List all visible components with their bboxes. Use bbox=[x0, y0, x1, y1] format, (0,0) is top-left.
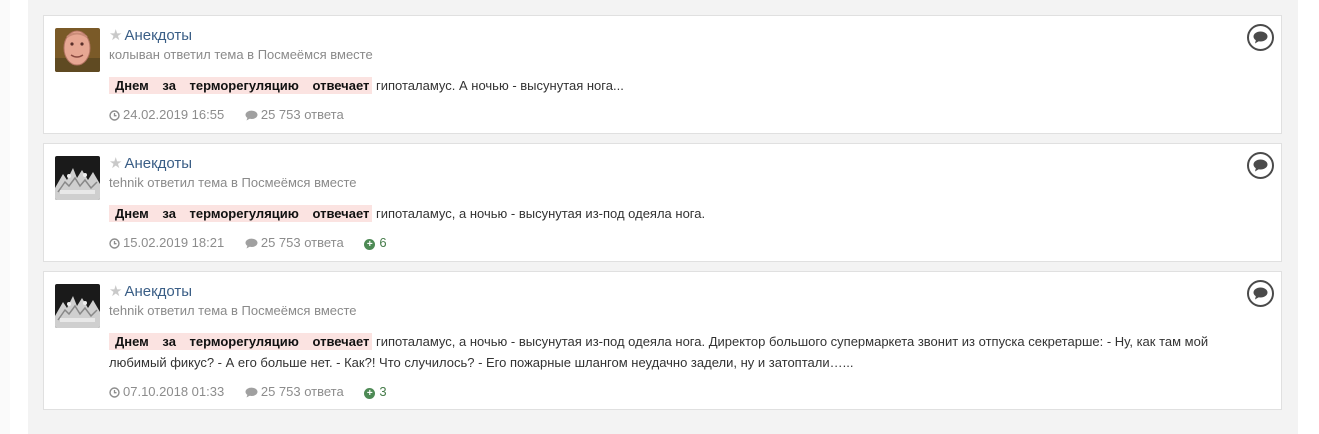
star-icon[interactable]: ★ bbox=[109, 27, 122, 44]
search-result: ★ Анекдоты tehnik ответил тема в Посмеёмс… bbox=[43, 271, 1282, 410]
snippet-text: гипоталамус, а ночью - высунутая из-под … bbox=[372, 206, 706, 221]
result-stats: 07.10.2018 01:33 25 753 ответа +3 bbox=[109, 384, 1221, 400]
plus-circle-icon: + bbox=[364, 239, 376, 250]
left-edge bbox=[0, 0, 10, 434]
result-meta: tehnik ответил тема в Посмеёмся вместе bbox=[109, 303, 357, 318]
avatar[interactable] bbox=[55, 284, 100, 328]
search-highlight: Днем за терморегуляцию отвечает bbox=[109, 205, 373, 222]
result-stats: 24.02.2019 16:55 25 753 ответа bbox=[109, 107, 1221, 123]
result-date[interactable]: 07.10.2018 01:33 bbox=[123, 384, 224, 399]
speech-bubble-icon bbox=[1253, 31, 1268, 44]
result-title[interactable]: Анекдоты bbox=[124, 155, 192, 172]
date-stat: 07.10.2018 01:33 bbox=[109, 384, 228, 399]
reputation-count: 3 bbox=[379, 384, 387, 399]
reputation-stat: +6 bbox=[364, 235, 387, 250]
search-result: ★ Анекдоты tehnik ответил тема в Посмеёмс… bbox=[43, 143, 1282, 262]
result-snippet: Днем за терморегуляцию отвечает гипотала… bbox=[109, 331, 1221, 373]
star-icon[interactable]: ★ bbox=[109, 155, 122, 172]
star-icon[interactable]: ★ bbox=[109, 283, 122, 300]
comment-icon bbox=[245, 238, 258, 249]
replies-stat: 25 753 ответа bbox=[245, 384, 348, 399]
speech-bubble-icon bbox=[1253, 159, 1268, 172]
follow-button[interactable] bbox=[1247, 24, 1274, 51]
result-meta: колыван ответил тема в Посмеёмся вместе bbox=[109, 47, 373, 62]
result-title[interactable]: Анекдоты bbox=[124, 283, 192, 300]
result-replies: 25 753 ответа bbox=[260, 107, 344, 122]
replies-stat: 25 753 ответа bbox=[245, 107, 344, 122]
date-stat: 15.02.2019 18:21 bbox=[109, 235, 228, 250]
result-replies: 25 753 ответа bbox=[260, 235, 344, 250]
follow-button[interactable] bbox=[1247, 152, 1274, 179]
result-snippet: Днем за терморегуляцию отвечает гипотала… bbox=[109, 203, 1221, 224]
result-meta: tehnik ответил тема в Посмеёмся вместе bbox=[109, 175, 357, 190]
clock-icon bbox=[109, 110, 120, 121]
result-title[interactable]: Анекдоты bbox=[124, 27, 192, 44]
result-date[interactable]: 24.02.2019 16:55 bbox=[123, 107, 224, 122]
avatar[interactable] bbox=[55, 156, 100, 200]
avatar[interactable] bbox=[55, 28, 100, 72]
search-highlight: Днем за терморегуляцию отвечает bbox=[109, 333, 373, 350]
clock-icon bbox=[109, 238, 120, 249]
result-snippet: Днем за терморегуляцию отвечает гипотала… bbox=[109, 75, 1221, 96]
comment-icon bbox=[245, 110, 258, 121]
comment-icon bbox=[245, 387, 258, 398]
snippet-text: гипоталамус. А ночью - высунутая нога... bbox=[372, 78, 624, 93]
clock-icon bbox=[109, 387, 120, 398]
plus-circle-icon: + bbox=[364, 388, 376, 399]
reputation-stat: +3 bbox=[364, 384, 387, 399]
follow-button[interactable] bbox=[1247, 280, 1274, 307]
search-result: ★ Анекдоты колыван ответил тема в Посмеём… bbox=[43, 15, 1282, 134]
reputation-count: 6 bbox=[379, 235, 387, 250]
date-stat: 24.02.2019 16:55 bbox=[109, 107, 228, 122]
result-replies: 25 753 ответа bbox=[260, 384, 344, 399]
replies-stat: 25 753 ответа bbox=[245, 235, 348, 250]
speech-bubble-icon bbox=[1253, 287, 1268, 300]
result-stats: 15.02.2019 18:21 25 753 ответа +6 bbox=[109, 235, 1221, 251]
search-highlight: Днем за терморегуляцию отвечает bbox=[109, 77, 373, 94]
result-date[interactable]: 15.02.2019 18:21 bbox=[123, 235, 224, 250]
